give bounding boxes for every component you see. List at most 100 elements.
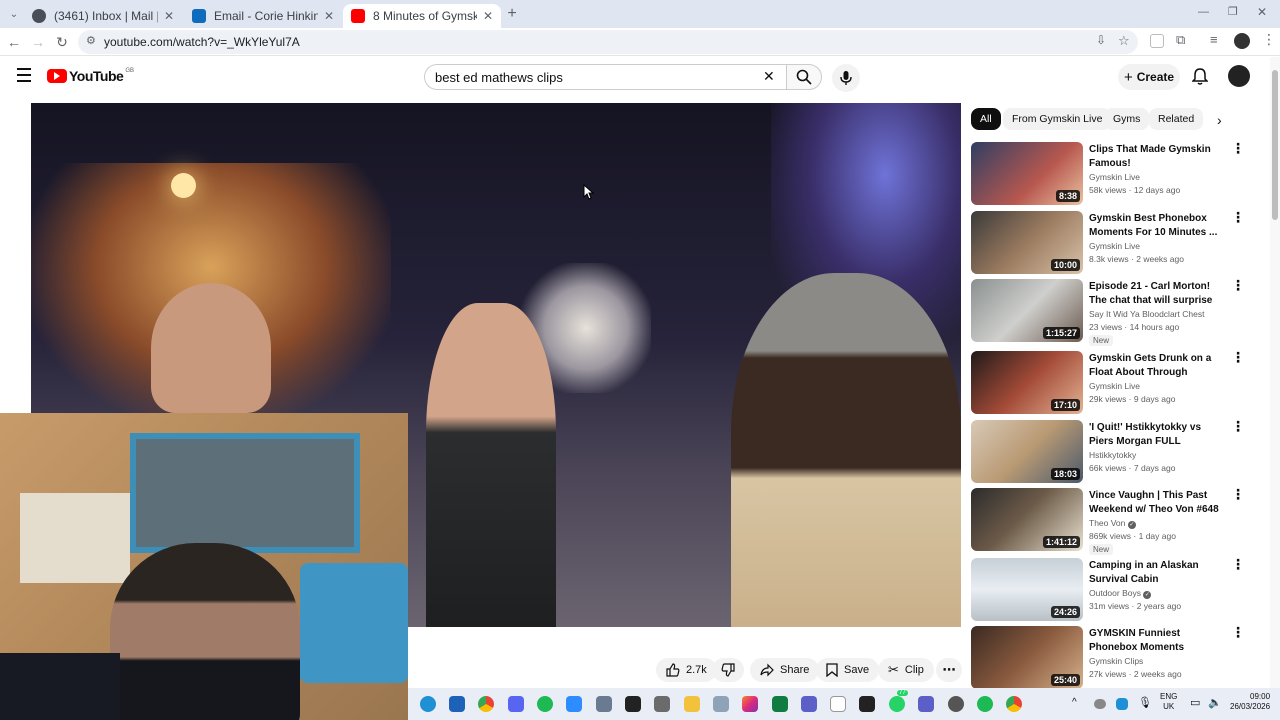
recommendation-item[interactable]: 1:15:27 Episode 21 - Carl Morton! The ch…: [971, 278, 1261, 346]
forward-icon[interactable]: →: [28, 32, 48, 52]
extensions-puzzle-icon[interactable]: ⧉: [1176, 32, 1185, 48]
zoom-icon[interactable]: [566, 696, 582, 712]
chip-from-gymskin-live[interactable]: From Gymskin Live: [1003, 108, 1112, 130]
more-vertical-icon[interactable]: ⋮: [1231, 278, 1245, 292]
like-button[interactable]: 2.7k: [656, 658, 717, 682]
video-thumbnail[interactable]: 10:00: [971, 211, 1083, 274]
new-tab-icon[interactable]: +: [502, 4, 522, 24]
verified-badge-icon: ✓: [1143, 591, 1152, 599]
youtube-logo[interactable]: YouTube GB: [47, 68, 134, 84]
maximize-icon[interactable]: ❐: [1228, 5, 1238, 18]
recommendation-item[interactable]: 10:00 Gymskin Best Phonebox Moments For …: [971, 210, 1261, 275]
more-vertical-icon[interactable]: ⋮: [1231, 210, 1245, 224]
browser-menu-icon[interactable]: ⋮: [1262, 31, 1276, 48]
chips-next-chevron-icon[interactable]: ›: [1217, 112, 1222, 128]
share-button[interactable]: Share: [750, 658, 820, 682]
chip-related[interactable]: Related: [1149, 108, 1204, 130]
video-thumbnail[interactable]: 25:40: [971, 626, 1083, 689]
save-button[interactable]: Save: [816, 658, 880, 682]
more-vertical-icon[interactable]: ⋮: [1231, 141, 1245, 155]
notepad-icon[interactable]: [830, 696, 846, 712]
notifications-bell-icon[interactable]: [1191, 68, 1209, 91]
reload-icon[interactable]: ↻: [52, 32, 72, 52]
network-icon[interactable]: ▭: [1190, 696, 1200, 709]
minimize-icon[interactable]: —: [1198, 6, 1209, 18]
app-icon[interactable]: [596, 696, 612, 712]
capcut-icon[interactable]: [625, 696, 641, 712]
window-close-icon[interactable]: ✕: [1257, 5, 1267, 19]
dislike-button[interactable]: [712, 658, 744, 682]
recommendation-item[interactable]: 25:40 GYMSKIN Funniest Phonebox Moments …: [971, 625, 1261, 690]
hamburger-menu-icon[interactable]: [17, 68, 31, 82]
scrollbar-thumb[interactable]: [1272, 70, 1278, 220]
video-thumbnail[interactable]: 1:41:12: [971, 488, 1083, 551]
tray-chevron-icon[interactable]: ^: [1072, 697, 1077, 708]
voice-search-button[interactable]: [832, 64, 860, 92]
site-info-icon[interactable]: ⚙: [86, 34, 96, 47]
channel-name-verified[interactable]: Theo Von ✓: [1089, 518, 1136, 529]
tab-youtube[interactable]: 8 Minutes of Gymskin Funniest ✕: [343, 4, 501, 28]
spotify-2-icon[interactable]: [977, 696, 993, 712]
install-icon[interactable]: ⇩: [1096, 33, 1106, 47]
spotify-icon[interactable]: [537, 696, 553, 712]
search-input[interactable]: best ed mathews clips ✕: [424, 64, 786, 90]
video-thumbnail[interactable]: 17:10: [971, 351, 1083, 414]
create-button[interactable]: + Create: [1118, 64, 1180, 90]
profile-avatar[interactable]: [1234, 33, 1250, 49]
tab-outlook[interactable]: Email - Corie Hinkins - Outlook ✕: [184, 4, 342, 28]
account-avatar[interactable]: [1228, 65, 1250, 87]
chip-gyms[interactable]: Gyms: [1104, 108, 1150, 130]
file-explorer-icon[interactable]: [684, 696, 700, 712]
more-vertical-icon[interactable]: ⋮: [1231, 557, 1245, 571]
more-vertical-icon[interactable]: ⋮: [1231, 487, 1245, 501]
video-thumbnail[interactable]: 24:26: [971, 558, 1083, 621]
teams-work-icon[interactable]: [918, 696, 934, 712]
recommendation-item[interactable]: 17:10 Gymskin Gets Drunk on a Float Abou…: [971, 350, 1261, 415]
clear-search-icon[interactable]: ✕: [763, 68, 775, 85]
more-vertical-icon[interactable]: ⋮: [1231, 625, 1245, 639]
search-button[interactable]: [786, 64, 822, 90]
chrome-icon[interactable]: [478, 696, 494, 712]
vlc-icon[interactable]: [859, 696, 875, 712]
calculator-icon[interactable]: [772, 696, 788, 712]
channel-name-verified[interactable]: Outdoor Boys ✓: [1089, 588, 1152, 599]
outlook-icon[interactable]: [449, 696, 465, 712]
bookmark-star-icon[interactable]: ☆: [1118, 33, 1130, 49]
onedrive-icon[interactable]: [1094, 699, 1106, 709]
recommendation-item[interactable]: 8:38 Clips That Made Gymskin Famous! Gym…: [971, 141, 1261, 206]
video-thumbnail[interactable]: 1:15:27: [971, 279, 1083, 342]
discord-icon[interactable]: [508, 696, 524, 712]
video-thumbnail[interactable]: 18:03: [971, 420, 1083, 483]
clip-button[interactable]: ✂ Clip: [878, 658, 934, 682]
mic-tray-icon[interactable]: 🎙: [1138, 696, 1152, 709]
close-tab-icon[interactable]: ✕: [324, 9, 334, 23]
language-indicator[interactable]: ENG UK: [1160, 692, 1177, 712]
tab-mail[interactable]: (3461) Inbox | Mail | Syntax Link ✕: [24, 4, 182, 28]
recommendation-item[interactable]: 24:26 Camping in an Alaskan Survival Cab…: [971, 557, 1261, 622]
video-thumbnail[interactable]: 8:38: [971, 142, 1083, 205]
tab-list-chevron-icon[interactable]: ⌄: [4, 4, 24, 24]
obs-icon[interactable]: [948, 696, 964, 712]
volume-icon[interactable]: 🔈: [1208, 696, 1222, 709]
address-bar[interactable]: ⚙ youtube.com/watch?v=_WkYleYul7A ⇩ ☆: [78, 30, 1138, 54]
chrome-2-icon[interactable]: [1006, 696, 1022, 712]
more-vertical-icon[interactable]: ⋮: [1231, 419, 1245, 433]
more-actions-button[interactable]: ⋯: [936, 658, 962, 682]
chip-all[interactable]: All: [971, 108, 1001, 130]
back-icon[interactable]: ←: [4, 32, 24, 52]
instagram-icon[interactable]: [742, 696, 758, 712]
close-tab-icon[interactable]: ✕: [483, 9, 493, 23]
recommendation-item[interactable]: 18:03 'I Quit!' Hstikkytokky vs Piers Mo…: [971, 419, 1261, 484]
close-tab-icon[interactable]: ✕: [164, 9, 174, 23]
recommendation-item[interactable]: 1:41:12 Vince Vaughn | This Past Weekend…: [971, 487, 1261, 555]
extension-icon[interactable]: [1150, 34, 1164, 48]
tray-app-icon[interactable]: [1116, 698, 1128, 710]
media-controls-icon[interactable]: ≡: [1210, 32, 1218, 47]
edge-icon[interactable]: [420, 696, 436, 712]
more-vertical-icon[interactable]: ⋮: [1231, 350, 1245, 364]
snipping-tool-icon[interactable]: [654, 696, 670, 712]
clock[interactable]: 09:00 26/03/2026: [1230, 692, 1270, 712]
teams-icon[interactable]: [801, 696, 817, 712]
whatsapp-icon[interactable]: 77: [889, 690, 908, 712]
calendar-icon[interactable]: [713, 696, 729, 712]
